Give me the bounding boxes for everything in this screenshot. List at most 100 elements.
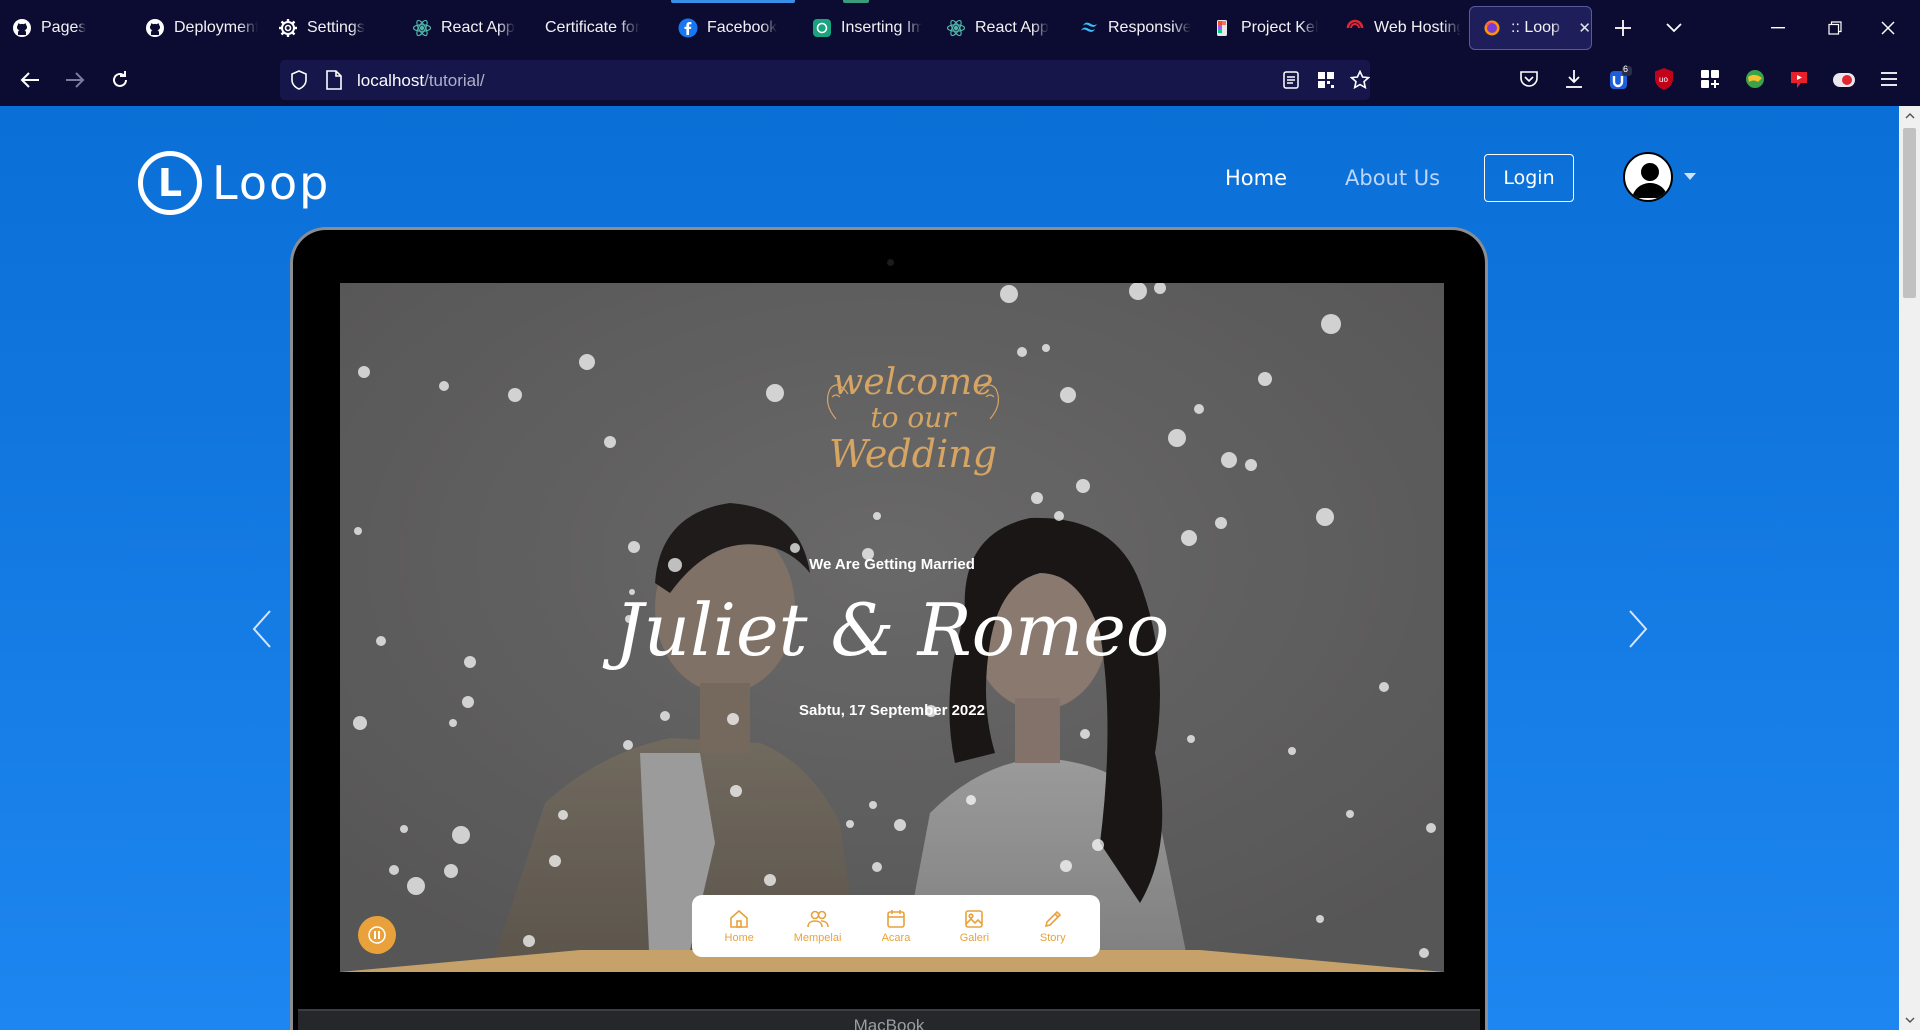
tab-inserting-images[interactable]: Inserting Im — [800, 6, 922, 50]
tab-indicator-facebook — [671, 0, 795, 3]
scrollbar-thumb[interactable] — [1903, 128, 1916, 298]
welcome-line-2: to our — [870, 401, 957, 434]
react-icon — [412, 18, 432, 38]
tab-certificate[interactable]: Certificate for — [533, 6, 661, 50]
wedding-tagline: We Are Getting Married — [809, 556, 975, 573]
site-logo[interactable]: L Loop — [138, 151, 330, 215]
user-icon — [1632, 163, 1668, 198]
page-scrollbar[interactable] — [1899, 106, 1920, 1030]
bottom-nav-galeri[interactable]: Galeri — [939, 909, 1009, 944]
tab-pages[interactable]: Pages — [0, 6, 130, 50]
avatar[interactable] — [1623, 152, 1673, 202]
tab-label: React App — [441, 19, 515, 36]
url-bar[interactable]: localhost/tutorial/ — [280, 60, 1370, 100]
forward-button[interactable] — [57, 62, 93, 98]
github-icon — [145, 18, 165, 38]
bottom-nav-mempelai[interactable]: Mempelai — [783, 909, 853, 944]
close-icon[interactable]: ✕ — [1578, 19, 1591, 37]
minimize-button[interactable] — [1758, 8, 1798, 48]
tab-label: Project Kel — [1241, 19, 1319, 36]
bottom-nav-label: Mempelai — [793, 931, 842, 944]
wedding-bottom-nav: Home Mempelai Acara Galeri Story — [692, 895, 1100, 957]
tab-loop[interactable]: :: Loop :: ✕ — [1469, 6, 1592, 50]
webcam-dot — [887, 259, 894, 266]
logo-text: Loop — [212, 156, 331, 210]
tab-react-app-2[interactable]: React App — [934, 6, 1064, 50]
couple-icon — [806, 910, 829, 927]
laptop-base: MacBook — [298, 1009, 1480, 1030]
login-button[interactable]: Login — [1484, 154, 1574, 202]
hosting-icon — [1345, 18, 1365, 38]
list-all-tabs-button[interactable] — [1656, 10, 1692, 46]
shield-icon[interactable] — [288, 69, 310, 91]
pocket-icon[interactable] — [1515, 65, 1543, 93]
bottom-nav-acara[interactable]: Acara — [861, 909, 931, 944]
youtube-extension-icon[interactable] — [1785, 65, 1813, 93]
reload-button[interactable] — [102, 62, 138, 98]
couple-names: Juliet & Romeo — [614, 588, 1170, 672]
pause-music-button[interactable] — [358, 916, 396, 954]
bottom-nav-label: Acara — [881, 931, 911, 944]
back-button[interactable] — [12, 62, 48, 98]
ublock-icon[interactable]: uo — [1650, 65, 1678, 93]
tab-indicator-openai — [843, 0, 869, 3]
globe-extension-icon[interactable] — [1741, 65, 1769, 93]
tab-responsive[interactable]: Responsive — [1067, 6, 1191, 50]
calendar-icon — [887, 909, 905, 928]
tab-label: Settings — [307, 19, 365, 36]
laptop-brand: MacBook — [853, 1016, 925, 1030]
pencil-icon — [1044, 910, 1061, 927]
facebook-icon — [678, 18, 698, 38]
firefox-icon — [1482, 18, 1502, 38]
welcome-line-3: Wedding — [829, 432, 997, 476]
react-icon — [946, 18, 966, 38]
record-extension-icon[interactable] — [1830, 65, 1858, 93]
tab-react-app[interactable]: React App — [400, 6, 530, 50]
new-tab-button[interactable] — [1605, 10, 1641, 46]
page-icon[interactable] — [323, 69, 345, 91]
bottom-nav-story[interactable]: Story — [1018, 909, 1088, 944]
scroll-down-icon[interactable] — [1903, 1013, 1916, 1027]
close-window-button[interactable] — [1868, 8, 1908, 48]
tab-deployments[interactable]: Deployments — [133, 6, 258, 50]
tab-label: Deployments — [174, 19, 258, 36]
nav-link-about-us[interactable]: About Us — [1345, 166, 1440, 190]
tab-label: Facebook — [707, 19, 778, 36]
carousel-next-button[interactable] — [1623, 604, 1653, 654]
bookmark-star-icon[interactable] — [1349, 69, 1371, 91]
grid-extension-icon[interactable] — [1696, 65, 1724, 93]
tab-facebook[interactable]: Facebook — [666, 6, 796, 50]
tab-label: Certificate for — [545, 19, 641, 36]
download-icon[interactable] — [1560, 65, 1588, 93]
tab-label: Pages — [41, 19, 87, 36]
url-path: /tutorial/ — [424, 71, 485, 90]
scroll-up-icon[interactable] — [1903, 109, 1916, 123]
extension-badge-count: 6 — [1623, 64, 1629, 74]
openai-icon — [812, 18, 832, 38]
wedding-date: Sabtu, 17 September 2022 — [799, 702, 985, 719]
github-icon — [12, 18, 32, 38]
tab-web-hosting[interactable]: Web Hosting — [1333, 6, 1461, 50]
bottom-nav-home[interactable]: Home — [704, 909, 774, 944]
menu-icon[interactable] — [1875, 65, 1903, 93]
tab-project-kel[interactable]: Project Kel — [1200, 6, 1325, 50]
qr-code-icon[interactable] — [1315, 69, 1337, 91]
chevron-down-icon[interactable] — [1684, 173, 1696, 180]
restore-button[interactable] — [1815, 8, 1855, 48]
nav-link-home[interactable]: Home — [1225, 166, 1287, 190]
bottom-nav-label: Home — [724, 931, 754, 944]
tailwind-icon — [1079, 18, 1099, 38]
home-icon — [730, 909, 748, 928]
reader-view-icon[interactable] — [1280, 69, 1302, 91]
carousel-prev-button[interactable] — [247, 604, 277, 654]
tab-settings[interactable]: Settings — [266, 6, 406, 50]
extension-badge-icon[interactable]: 6 — [1606, 64, 1634, 93]
figma-icon — [1212, 18, 1232, 38]
welcome-line-1: welcome — [833, 362, 994, 403]
page-viewport: L Loop Home About Us Login welcome to ou… — [0, 106, 1899, 1030]
gallery-icon — [965, 909, 984, 928]
tab-label: React App — [975, 19, 1049, 36]
gear-icon — [278, 18, 298, 38]
logo-mark: L — [138, 151, 202, 215]
tab-label: Web Hosting — [1374, 19, 1461, 36]
